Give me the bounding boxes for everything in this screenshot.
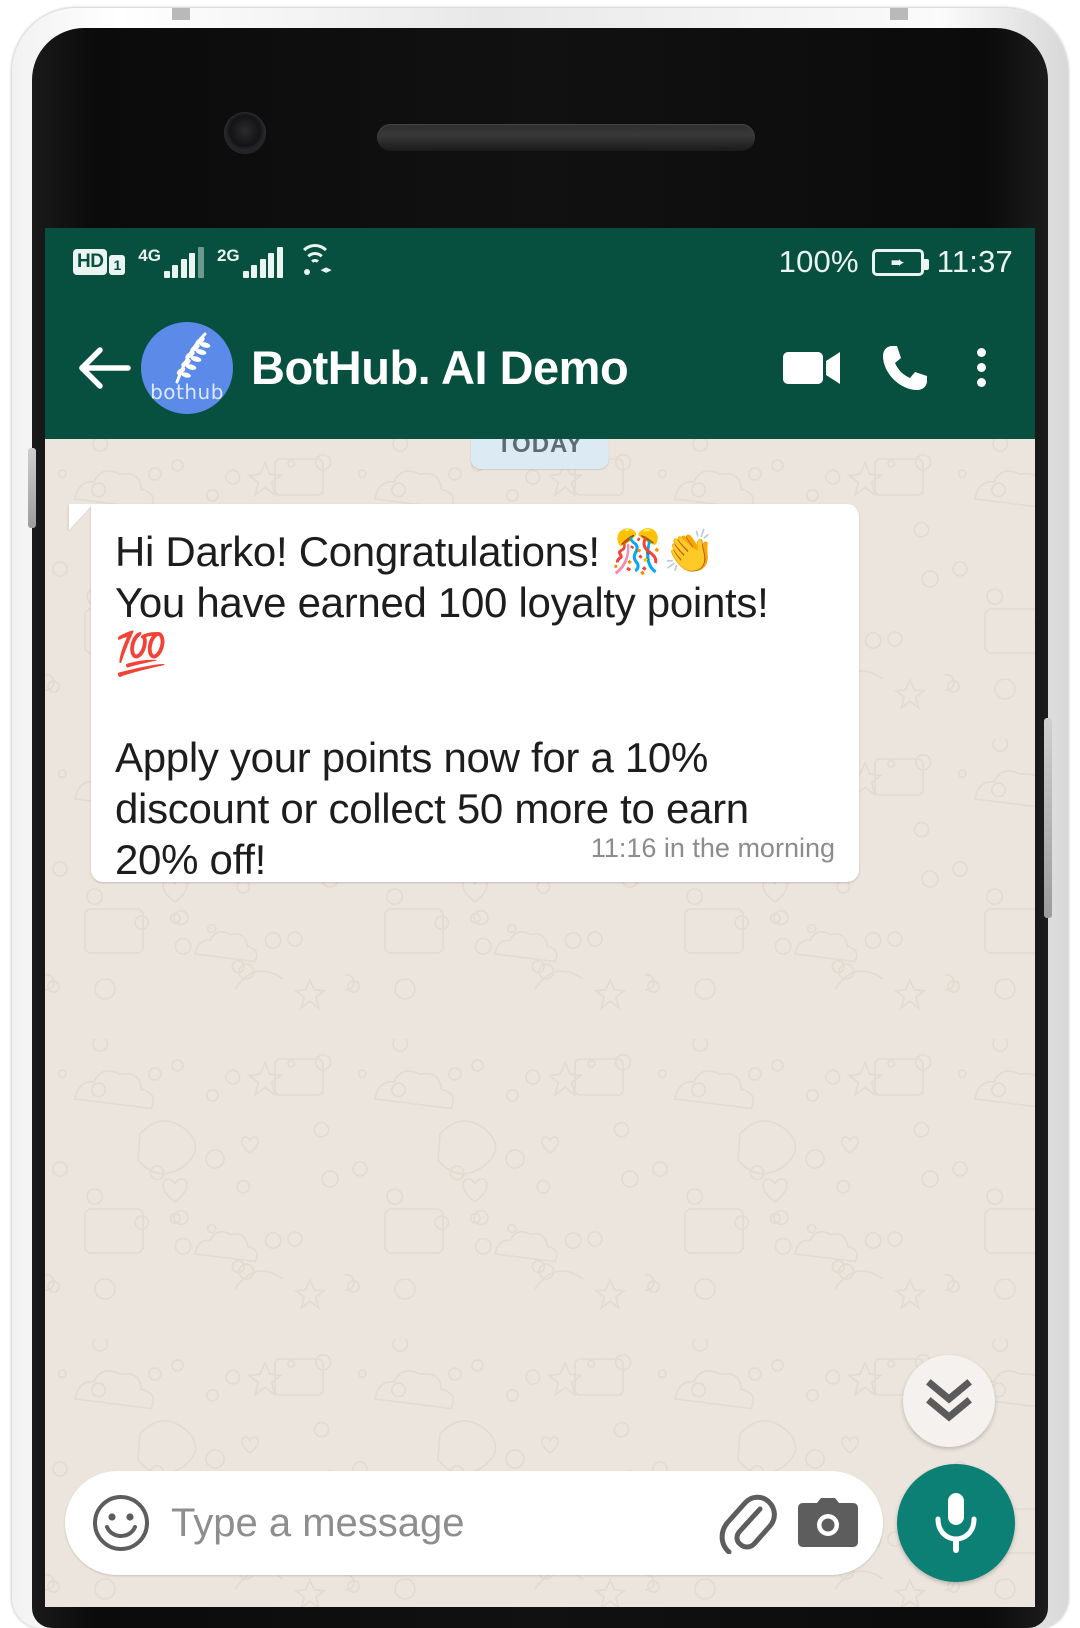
back-button[interactable]	[67, 346, 141, 390]
avatar[interactable]: bothub	[141, 321, 233, 414]
hundred-points-emoji: 💯	[115, 629, 167, 679]
battery-charging-icon: ➨	[871, 248, 929, 276]
volume-button[interactable]	[28, 448, 36, 528]
video-call-button[interactable]	[767, 347, 859, 389]
power-button[interactable]	[1044, 718, 1052, 918]
signal-bars-2	[242, 246, 283, 278]
hd-voice-icon: HD 1	[73, 249, 126, 275]
party-popper-emoji: 🎊	[611, 527, 664, 576]
signal-4g-icon: 4G	[138, 245, 204, 278]
contact-name[interactable]: BotHub. AI Demo	[251, 340, 767, 395]
overflow-menu-button[interactable]	[951, 342, 1011, 393]
camera-icon	[798, 1498, 858, 1547]
clock-label: 11:37	[936, 244, 1013, 279]
attach-button[interactable]	[719, 1492, 777, 1554]
front-camera-icon	[224, 112, 266, 154]
smiley-face-icon	[93, 1495, 149, 1551]
frame-nub-left	[172, 8, 190, 20]
date-divider: TODAY	[470, 439, 610, 469]
network-type-4g: 4G	[138, 245, 161, 265]
microphone-icon	[935, 1493, 977, 1553]
phone-screen: HD 1 4G 2G ◂▸ 100% ➨ 11:37 bothub BotHub…	[45, 228, 1035, 1607]
chat-message-list[interactable]: TODAY Hi Darko! Congratulations! 🎊👏 You …	[45, 439, 1035, 1607]
wifi-icon: ◂▸	[296, 244, 334, 276]
double-chevron-down-icon	[926, 1379, 972, 1422]
frame-nub-right	[890, 8, 908, 20]
sim-slot-label: 1	[109, 255, 126, 275]
emoji-button[interactable]	[91, 1493, 151, 1553]
kebab-menu-icon	[976, 342, 986, 393]
signal-bars-1	[163, 246, 204, 278]
back-arrow-icon	[79, 346, 131, 389]
scroll-to-bottom-button[interactable]	[903, 1355, 995, 1447]
message-bubble-incoming[interactable]: Hi Darko! Congratulations! 🎊👏 You have e…	[91, 504, 859, 883]
video-camera-icon	[783, 351, 840, 384]
message-composer	[45, 1447, 1035, 1607]
hd-label: HD	[73, 249, 108, 275]
status-bar: HD 1 4G 2G ◂▸ 100% ➨ 11:37	[45, 228, 1035, 296]
paperclip-icon	[719, 1494, 777, 1554]
message-paragraph-2: You have earned 100 loyalty points!	[115, 577, 835, 628]
network-type-2g: 2G	[216, 245, 240, 265]
phone-icon	[883, 345, 927, 390]
avatar-wordmark: bothub	[150, 379, 224, 404]
message-text-2: You have earned 100 loyalty points!	[115, 579, 769, 627]
camera-button[interactable]	[797, 1497, 859, 1549]
earpiece-speaker	[377, 124, 755, 151]
voice-record-button[interactable]	[897, 1464, 1015, 1582]
clapping-hands-emoji: 👏	[663, 527, 716, 576]
chat-header: bothub BotHub. AI Demo	[45, 296, 1035, 439]
message-paragraph-1: Hi Darko! Congratulations! 🎊👏	[115, 526, 835, 577]
message-input[interactable]	[171, 1500, 699, 1546]
voice-call-button[interactable]	[859, 343, 951, 393]
signal-2g-icon: 2G	[216, 245, 283, 278]
battery-percent-label: 100%	[778, 244, 859, 279]
message-input-pill[interactable]	[65, 1471, 883, 1575]
message-text-1: Hi Darko! Congratulations!	[115, 528, 612, 575]
